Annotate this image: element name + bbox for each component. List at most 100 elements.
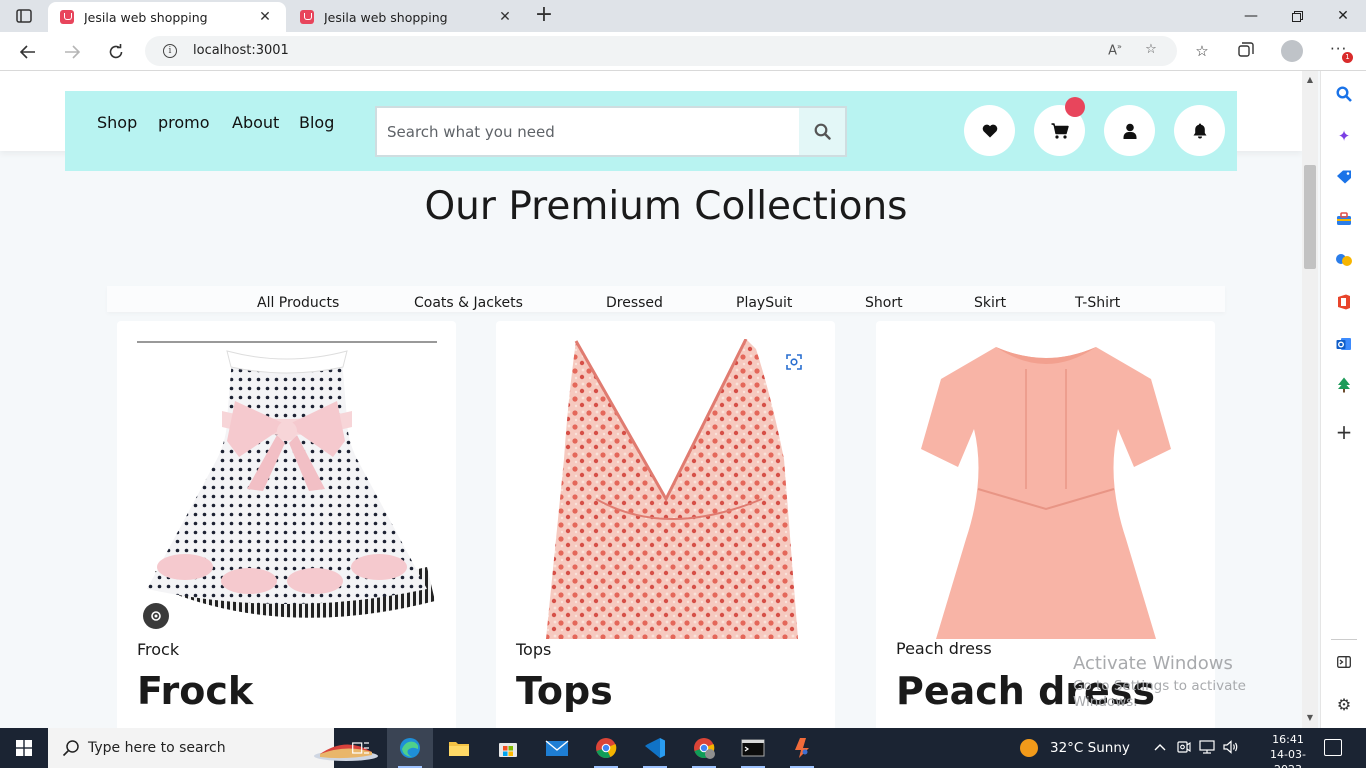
notification-badge: 1 bbox=[1342, 52, 1353, 63]
account-button[interactable] bbox=[1104, 105, 1155, 156]
browser-tab-active[interactable]: Jesila web shopping ✕ bbox=[48, 2, 286, 32]
notifications-button[interactable] bbox=[1174, 105, 1225, 156]
windows-logo-icon bbox=[16, 740, 32, 756]
add-favorite-icon[interactable]: ☆ bbox=[1141, 42, 1161, 60]
chrome-profile-icon[interactable] bbox=[681, 728, 727, 768]
nav-shop[interactable]: Shop bbox=[97, 113, 137, 132]
nav-about[interactable]: About bbox=[232, 113, 279, 132]
url-text[interactable]: localhost:3001 bbox=[193, 43, 289, 58]
restore-icon[interactable] bbox=[1274, 0, 1320, 32]
nav-promo[interactable]: promo bbox=[158, 113, 210, 132]
network-icon[interactable] bbox=[1199, 740, 1215, 756]
page-title: Our Premium Collections bbox=[424, 184, 908, 229]
weather-widget[interactable]: 32°C Sunny bbox=[1020, 728, 1130, 768]
sidebar-shopping-icon[interactable] bbox=[1333, 166, 1355, 188]
collections-icon[interactable] bbox=[1235, 42, 1257, 62]
filter-coats-jackets[interactable]: Coats & Jackets bbox=[414, 295, 523, 311]
search-input[interactable] bbox=[377, 108, 799, 155]
watermark-line-1: Activate Windows bbox=[1073, 653, 1233, 674]
watermark-line-2: Go to Settings to activate Windows. bbox=[1073, 678, 1246, 710]
taskbar-search-icon bbox=[62, 740, 79, 757]
forward-icon[interactable] bbox=[58, 38, 86, 66]
chrome-icon[interactable] bbox=[583, 728, 629, 768]
browser-tab-inactive[interactable]: Jesila web shopping ✕ bbox=[288, 2, 526, 32]
vscode-icon[interactable] bbox=[632, 728, 678, 768]
sidebar-divider bbox=[1331, 639, 1357, 640]
browser-toolbar: i localhost:3001 A» ☆ ☆ bbox=[0, 32, 1366, 71]
product-title[interactable]: Frock bbox=[137, 669, 253, 713]
product-card[interactable]: Frock Frock bbox=[117, 321, 456, 728]
sidebar-tree-icon[interactable] bbox=[1333, 374, 1355, 396]
search-box bbox=[375, 106, 847, 157]
volume-icon[interactable] bbox=[1223, 740, 1239, 756]
address-bar[interactable]: i localhost:3001 A» ☆ bbox=[145, 36, 1177, 66]
taskbar-search-box[interactable]: Type here to search bbox=[48, 728, 378, 768]
new-tab-icon[interactable]: + bbox=[533, 4, 555, 26]
sidebar-outlook-icon[interactable] bbox=[1333, 333, 1355, 355]
browser-tab-bar: Jesila web shopping ✕ Jesila web shoppin… bbox=[0, 0, 1366, 32]
system-clock[interactable]: 16:41 14-03-2023 bbox=[1260, 732, 1316, 768]
task-view-icon[interactable] bbox=[338, 728, 384, 768]
filter-all-products[interactable]: All Products bbox=[257, 295, 339, 311]
scrollbar-thumb[interactable] bbox=[1304, 165, 1316, 269]
activate-windows-watermark: Activate Windows Go to Settings to activ… bbox=[1073, 653, 1302, 710]
filter-skirt[interactable]: Skirt bbox=[974, 295, 1006, 311]
clock-time: 16:41 bbox=[1272, 733, 1304, 746]
cart-badge bbox=[1065, 97, 1085, 117]
microsoft-store-icon[interactable] bbox=[485, 728, 531, 768]
postman-icon[interactable] bbox=[779, 728, 825, 768]
sidebar-add-icon[interactable]: + bbox=[1333, 420, 1355, 444]
heart-icon bbox=[982, 124, 997, 137]
edge-app-icon[interactable] bbox=[387, 728, 433, 768]
minimize-icon[interactable]: — bbox=[1228, 0, 1274, 32]
mail-icon[interactable] bbox=[534, 728, 580, 768]
visual-search-icon[interactable] bbox=[781, 349, 807, 375]
filter-playsuit[interactable]: PlaySuit bbox=[736, 295, 792, 311]
tab-title: Jesila web shopping bbox=[84, 9, 208, 25]
read-aloud-icon[interactable]: A» bbox=[1105, 42, 1125, 60]
file-explorer-icon[interactable] bbox=[436, 728, 482, 768]
browser-sidebar: ✦ + ⚙ bbox=[1320, 71, 1366, 728]
sidebar-settings-gear-icon[interactable]: ⚙ bbox=[1333, 693, 1355, 715]
filter-dressed[interactable]: Dressed bbox=[606, 295, 663, 311]
refresh-icon[interactable] bbox=[102, 38, 130, 66]
action-center-icon[interactable] bbox=[1324, 739, 1342, 756]
sidebar-hide-icon[interactable] bbox=[1333, 651, 1355, 673]
tab-title: Jesila web shopping bbox=[324, 9, 448, 25]
tab-close-icon[interactable]: ✕ bbox=[496, 8, 514, 26]
clock-date: 14-03-2023 bbox=[1270, 748, 1306, 768]
cart-icon bbox=[1051, 122, 1069, 139]
site-info-icon[interactable]: i bbox=[163, 44, 177, 58]
tab-close-icon[interactable]: ✕ bbox=[256, 8, 274, 26]
back-icon[interactable] bbox=[14, 38, 42, 66]
tray-expand-icon[interactable] bbox=[1152, 740, 1168, 756]
product-title[interactable]: Tops bbox=[516, 669, 613, 713]
search-button[interactable] bbox=[799, 108, 845, 155]
favorites-icon[interactable]: ☆ bbox=[1191, 42, 1213, 62]
sun-icon bbox=[1020, 739, 1038, 757]
scroll-up-icon[interactable]: ▲ bbox=[1305, 75, 1315, 85]
meet-now-icon[interactable] bbox=[1176, 740, 1192, 756]
sidebar-search-icon[interactable] bbox=[1333, 83, 1355, 105]
visual-search-icon[interactable] bbox=[143, 603, 169, 629]
search-icon bbox=[814, 123, 831, 140]
filter-short[interactable]: Short bbox=[865, 295, 903, 311]
product-image-frock bbox=[137, 341, 437, 618]
terminal-icon[interactable] bbox=[730, 728, 776, 768]
filter-tshirt[interactable]: T-Shirt bbox=[1075, 295, 1120, 311]
wishlist-button[interactable] bbox=[964, 105, 1015, 156]
scroll-down-icon[interactable]: ▼ bbox=[1305, 713, 1315, 723]
windows-taskbar: Type here to search 32°C Sunny 16:41 14-… bbox=[0, 728, 1366, 768]
start-button[interactable] bbox=[0, 728, 48, 768]
product-category: Peach dress bbox=[896, 639, 992, 658]
nav-blog[interactable]: Blog bbox=[299, 113, 334, 132]
tab-actions-icon[interactable] bbox=[12, 6, 36, 26]
sidebar-office-icon[interactable] bbox=[1333, 291, 1355, 313]
sidebar-games-icon[interactable] bbox=[1333, 249, 1355, 271]
sidebar-copilot-icon[interactable]: ✦ bbox=[1333, 125, 1355, 147]
close-window-icon[interactable]: ✕ bbox=[1320, 0, 1366, 32]
web-page: Shop promo About Blog Our Premium Collec… bbox=[0, 71, 1302, 728]
sidebar-tools-icon[interactable] bbox=[1333, 208, 1355, 230]
profile-avatar[interactable] bbox=[1281, 40, 1303, 62]
product-card[interactable]: Tops Tops bbox=[496, 321, 835, 728]
